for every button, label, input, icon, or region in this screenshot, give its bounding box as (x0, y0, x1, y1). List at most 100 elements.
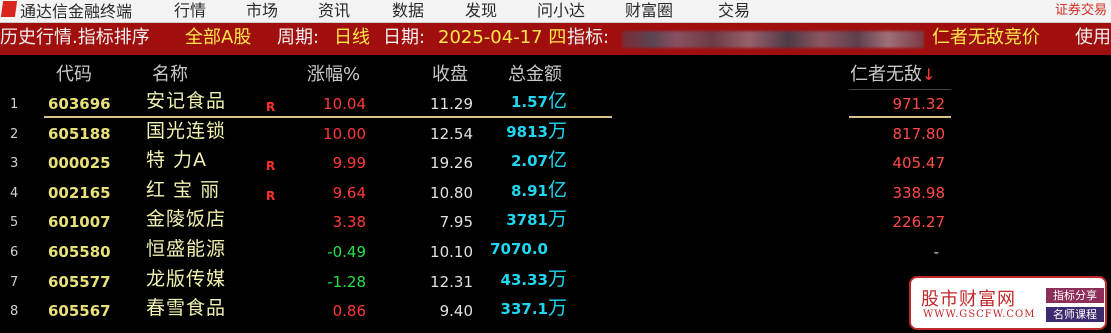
change-percent: 10.00 (323, 124, 366, 143)
menu-item-news[interactable]: 资讯 (318, 0, 350, 21)
table-row[interactable]: 4 002165 红 宝 丽 R 9.64 10.80 8.91亿 338.98 (0, 178, 1111, 208)
stock-name: 红 宝 丽 (146, 178, 221, 201)
amount-unit: 万 (548, 119, 568, 142)
header-name[interactable]: 名称 (152, 60, 188, 86)
amount-value: 9813 (506, 122, 548, 141)
watermark-tag-course: 名师课程 (1046, 307, 1104, 322)
stock-code: 603696 (48, 95, 111, 113)
indicator-value: 338.98 (892, 183, 946, 202)
table-row[interactable]: 2 605188 国光连锁 10.00 12.54 9813万 817.80 (0, 119, 1111, 149)
table-row[interactable]: 3 000025 特 力A R 9.99 19.26 2.07亿 405.47 (0, 148, 1111, 178)
amount-unit: 亿 (548, 178, 568, 201)
amount-value: 2.07 (510, 152, 548, 171)
menu-item-discover[interactable]: 发现 (465, 0, 497, 21)
stock-name: 龙版传媒 (146, 267, 227, 290)
stock-name: 安记食品 (146, 90, 227, 112)
table-row[interactable]: 5 601007 金陵饭店 3.38 7.95 3781万 226.27 (0, 207, 1111, 237)
watermark-tag-share: 指标分享 (1046, 288, 1104, 303)
indicator-name[interactable]: 仁者无敌竞价 (932, 27, 1040, 49)
amount-unit: 万 (548, 297, 568, 320)
row-index: 5 (10, 215, 19, 231)
period-value[interactable]: 日线 (334, 27, 370, 49)
date-value[interactable]: 2025-04-17 四 (438, 27, 566, 49)
row-index: 3 (10, 156, 19, 172)
amount-value: 337.1 (500, 300, 548, 319)
row-index: 4 (10, 185, 19, 201)
header-change[interactable]: 涨幅% (307, 60, 360, 86)
amount-value: 3781 (506, 211, 548, 230)
section-title: 历史行情.指标排序 (0, 27, 150, 48)
table-row[interactable]: 1 603696 安记食品 R 10.04 11.29 1.57亿 971.32 (0, 89, 1111, 119)
sort-desc-icon: ↓ (922, 65, 936, 84)
margin-flag-badge: R (266, 100, 276, 114)
change-percent: 9.64 (332, 183, 366, 202)
margin-flag-badge: R (266, 188, 276, 203)
header-code[interactable]: 代码 (56, 60, 92, 86)
amount-unit: 亿 (548, 149, 568, 172)
stock-code: 002165 (48, 183, 111, 202)
menu-item-market[interactable]: 市场 (246, 0, 278, 21)
stock-code: 605567 (48, 302, 111, 321)
total-amount: 43.33万 (501, 269, 567, 290)
stock-name: 金陵饭店 (146, 208, 227, 231)
close-price: 9.40 (439, 302, 473, 321)
menu-item-trade[interactable]: 交易 (718, 0, 750, 21)
row-index: 7 (10, 274, 19, 290)
amount-value: 8.91 (510, 181, 548, 200)
table-row[interactable]: 6 605580 恒盛能源 -0.49 10.10 7070.0 - (0, 237, 1111, 267)
stock-code: 605188 (48, 124, 111, 143)
redacted-indicator-formula (622, 31, 924, 48)
total-amount: 337.1万 (501, 298, 567, 319)
total-amount: 2.07亿 (511, 150, 567, 171)
indicator-value: 817.80 (892, 124, 946, 143)
amount-unit: 万 (548, 267, 568, 290)
total-amount: 1.57亿 (511, 91, 567, 112)
change-percent: 10.04 (323, 95, 366, 113)
menu-item-wealth-circle[interactable]: 财富圈 (625, 0, 673, 21)
menu-item-quotes[interactable]: 行情 (174, 0, 206, 21)
watermark-badge: 股市财富网 WWW.GSCFW.COM 指标分享 名师课程 (909, 276, 1107, 330)
stock-code: 605580 (48, 243, 111, 261)
menu-bar: 通达信金融终端 行情 市场 资讯 数据 发现 问小达 财富圈 交易 证券交易 (0, 0, 1111, 23)
close-price: 11.29 (430, 95, 473, 113)
indicator-value: 405.47 (892, 154, 946, 173)
app-title: 通达信金融终端 (20, 2, 133, 21)
amount-value: 7070.0 (490, 240, 548, 258)
stock-name: 国光连锁 (146, 119, 227, 142)
header-close[interactable]: 收盘 (432, 60, 468, 86)
total-amount: 9813万 (506, 121, 567, 142)
ranking-title-bar: 历史行情.指标排序 全部A股 周期: 日线 日期: 2025-04-17 四 指… (0, 23, 1111, 55)
usage-text: 使用 (1075, 27, 1111, 48)
row-index: 2 (10, 126, 19, 142)
total-amount: 8.91亿 (511, 180, 567, 201)
header-indicator[interactable]: 仁者无敌↓ (850, 60, 935, 86)
total-amount: 3781万 (506, 209, 567, 230)
indicator-label: 指标: (567, 27, 610, 48)
change-percent: 0.86 (332, 302, 366, 321)
close-price: 10.10 (430, 243, 473, 261)
stock-name: 特 力A (146, 149, 208, 172)
broker-trade-link[interactable]: 证券交易 (1055, 0, 1107, 18)
stock-name: 春雪食品 (146, 297, 227, 320)
row-index: 6 (10, 245, 19, 260)
table-header: 代码 名称 涨幅% 收盘 总金额 仁者无敌↓ (0, 56, 1111, 88)
change-percent: -0.49 (327, 243, 366, 261)
date-label: 日期: (383, 27, 426, 48)
amount-unit: 亿 (548, 90, 568, 112)
board-selector[interactable]: 全部A股 (185, 27, 251, 49)
period-label: 周期: (277, 27, 320, 48)
close-price: 7.95 (439, 213, 473, 232)
indicator-value: 226.27 (892, 213, 946, 232)
close-price: 12.54 (430, 124, 473, 143)
menu-item-data[interactable]: 数据 (392, 0, 424, 21)
watermark-url: WWW.GSCFW.COM (923, 309, 1036, 320)
watermark-title: 股市财富网 (921, 289, 1016, 310)
header-amount[interactable]: 总金额 (508, 60, 562, 86)
stock-code: 000025 (48, 154, 111, 173)
header-indicator-label: 仁者无敌 (850, 64, 922, 85)
row-index: 8 (10, 304, 19, 320)
indicator-value: 971.32 (892, 95, 946, 113)
close-price: 10.80 (430, 183, 473, 202)
change-percent: 9.99 (332, 154, 366, 173)
menu-item-ask-xiaoda[interactable]: 问小达 (537, 0, 585, 21)
